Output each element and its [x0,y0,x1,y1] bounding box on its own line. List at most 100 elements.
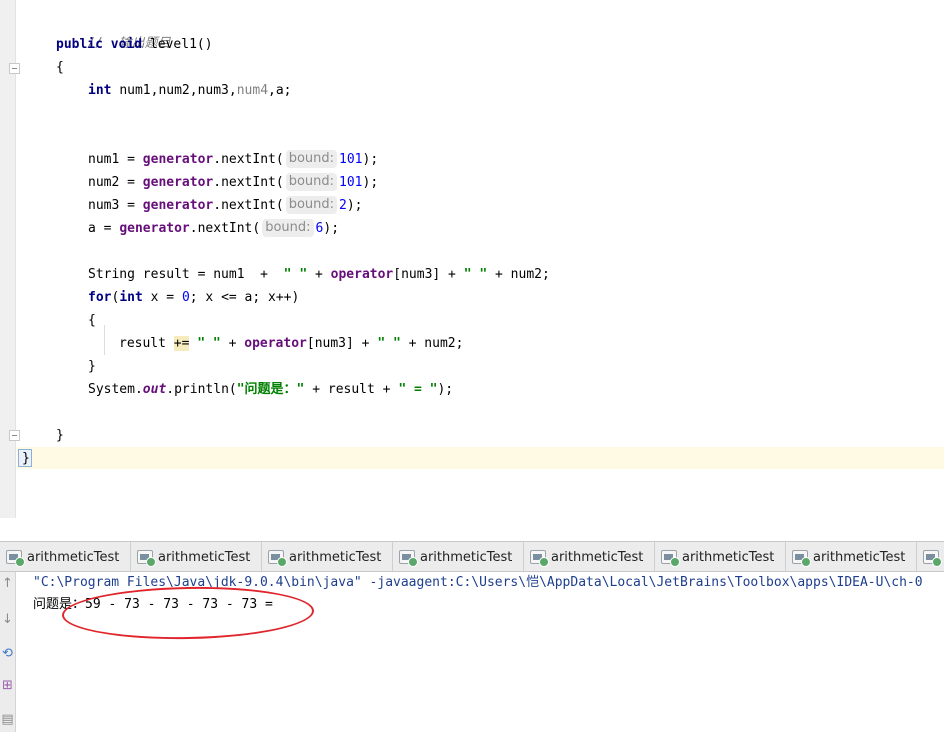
code-line-num3[interactable]: num3 = generator.nextInt(bound: 2); [88,195,363,217]
run-tab-label: arithmeticTest [289,549,382,565]
field-operator: operator [330,267,394,282]
fold-method-end-icon[interactable] [9,430,20,441]
code-line-loop-body[interactable]: result += " " + operator[num3] + " " + n… [119,333,463,355]
code-line-class-close[interactable]: } [22,448,30,470]
print-icon[interactable]: ▤ [0,712,15,727]
static-field-out: out [142,382,167,397]
indent-guide [104,325,105,355]
keyword-public: public [56,37,103,52]
keyword-int: int [119,290,143,305]
code-line-method-close[interactable]: } [56,425,64,447]
statement-end: ); [362,175,379,190]
run-config-icon [399,550,418,567]
code-fragment: ); [437,382,454,397]
code-fragment: + num2; [487,267,550,282]
code-line-for-open[interactable]: { [88,310,96,332]
field-generator: generator [119,221,190,236]
field-operator: operator [244,336,307,351]
code-fragment: String result = num1 + [88,267,276,282]
code-fragment: .println( [166,382,237,397]
assign-lhs: a = [88,221,120,236]
number-literal: 101 [339,175,363,190]
declared-tail: ,a; [268,83,292,98]
run-tab[interactable]: arithmeticTest [524,542,655,571]
code-fragment: System. [88,382,143,397]
method-call: .nextInt( [213,152,284,167]
run-tab-label: arithmeticTest [551,549,644,565]
assign-lhs: num1 = [88,152,143,167]
code-line-result-init[interactable]: String result = num1 + " " + operator[nu… [88,264,550,286]
run-tab[interactable]: arithmeticTest [786,542,917,571]
parameter-hint: bound: [285,173,338,191]
code-editor[interactable]: // 输出题目 public void level1() { int num1,… [0,0,944,518]
method-call: .nextInt( [189,221,261,236]
run-config-icon [530,550,549,567]
string-literal: " = " [398,382,438,397]
run-toolbar: ↑ ↓ ⟲ ⊞ ▤ [0,572,16,732]
brace: } [56,428,64,443]
string-literal: " " [377,336,401,351]
number-literal: 101 [339,152,363,167]
pin-icon[interactable]: ⊞ [0,678,15,693]
rerun-icon[interactable]: ⟲ [0,646,15,661]
statement-end: ); [362,152,379,167]
run-tab-label: arithmeticTest [158,549,251,565]
run-config-icon [661,550,680,567]
brace: } [88,359,96,374]
method-call: .nextInt( [213,198,284,213]
statement-end: ); [346,198,363,213]
code-line-open-brace[interactable]: { [56,57,64,79]
field-generator: generator [142,152,214,167]
code-line-comment[interactable]: // 输出题目 [56,11,170,51]
code-line-println[interactable]: System.out.println("问题是：" + result + " =… [88,379,453,401]
fold-method-start-icon[interactable] [9,63,20,74]
method-call: .nextInt( [213,175,284,190]
run-tab[interactable]: arithmeticTest [262,542,393,571]
string-literal: " " [189,336,229,351]
code-line-num1[interactable]: num1 = generator.nextInt(bound: 101); [88,149,378,171]
declared-vars: num1,num2,num3, [119,83,237,98]
up-arrow-icon[interactable]: ↑ [0,576,15,591]
brace: } [22,451,30,466]
code-fragment: ; x <= a; x++) [189,290,300,305]
brace: { [56,60,64,75]
run-config-icon [792,550,811,567]
editor-gutter-lower [0,470,16,518]
number-literal: 0 [181,290,190,305]
down-arrow-icon[interactable]: ↓ [0,612,15,627]
code-line-declaration[interactable]: int num1,num2,num3,num4,a; [88,80,292,102]
run-tab-label: arithmeticTest [682,549,775,565]
run-tab[interactable]: arithmeticTest [0,542,131,571]
code-line-method-declaration[interactable]: public void level1() [56,34,213,56]
code-fragment: + result + [304,382,399,397]
run-config-icon [137,550,156,567]
code-fragment: result [119,336,174,351]
method-name: level1() [149,37,213,52]
keyword-for: for [88,290,112,305]
string-literal: " " [275,267,315,282]
run-tab[interactable]: arithmeticTest [131,542,262,571]
unused-var: num4 [236,83,269,98]
run-tab[interactable]: a [917,542,944,571]
code-line-for-close[interactable]: } [88,356,96,378]
run-tabs-bar: arithmeticTest arithmeticTest arithmetic… [0,541,944,572]
parameter-hint: bound: [285,196,338,214]
run-config-icon [923,550,942,567]
run-config-icon [268,550,287,567]
code-line-num2[interactable]: num2 = generator.nextInt(bound: 101); [88,172,378,194]
highlighted-operator: += [173,336,190,351]
run-tab-label: arithmeticTest [813,549,906,565]
assign-lhs: num3 = [88,198,143,213]
code-fragment: [num3] + [306,336,378,351]
number-literal: 2 [339,198,347,213]
code-line-a[interactable]: a = generator.nextInt(bound: 6); [88,218,339,240]
run-tab-label: arithmeticTest [420,549,513,565]
field-generator: generator [142,175,214,190]
run-tab[interactable]: arithmeticTest [393,542,524,571]
code-line-for[interactable]: for(int x = 0; x <= a; x++) [88,287,299,309]
field-generator: generator [142,198,214,213]
code-fragment: + num2; [400,336,464,351]
run-tab[interactable]: arithmeticTest [655,542,786,571]
assign-lhs: num2 = [88,175,143,190]
keyword-int: int [88,83,112,98]
